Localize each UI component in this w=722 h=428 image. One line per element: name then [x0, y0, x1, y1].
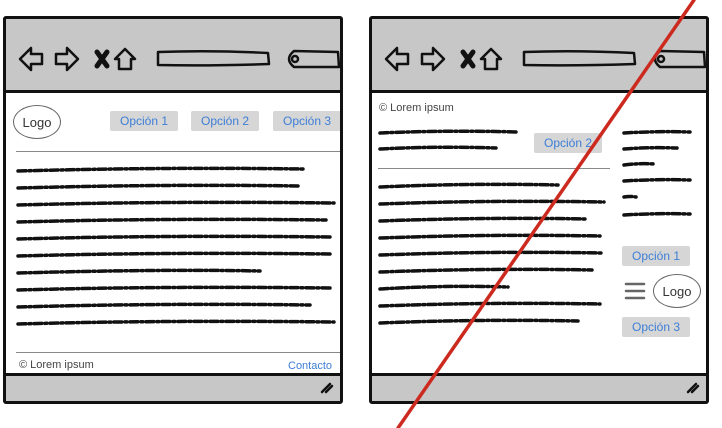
rejected-strike-line [396, 0, 696, 428]
